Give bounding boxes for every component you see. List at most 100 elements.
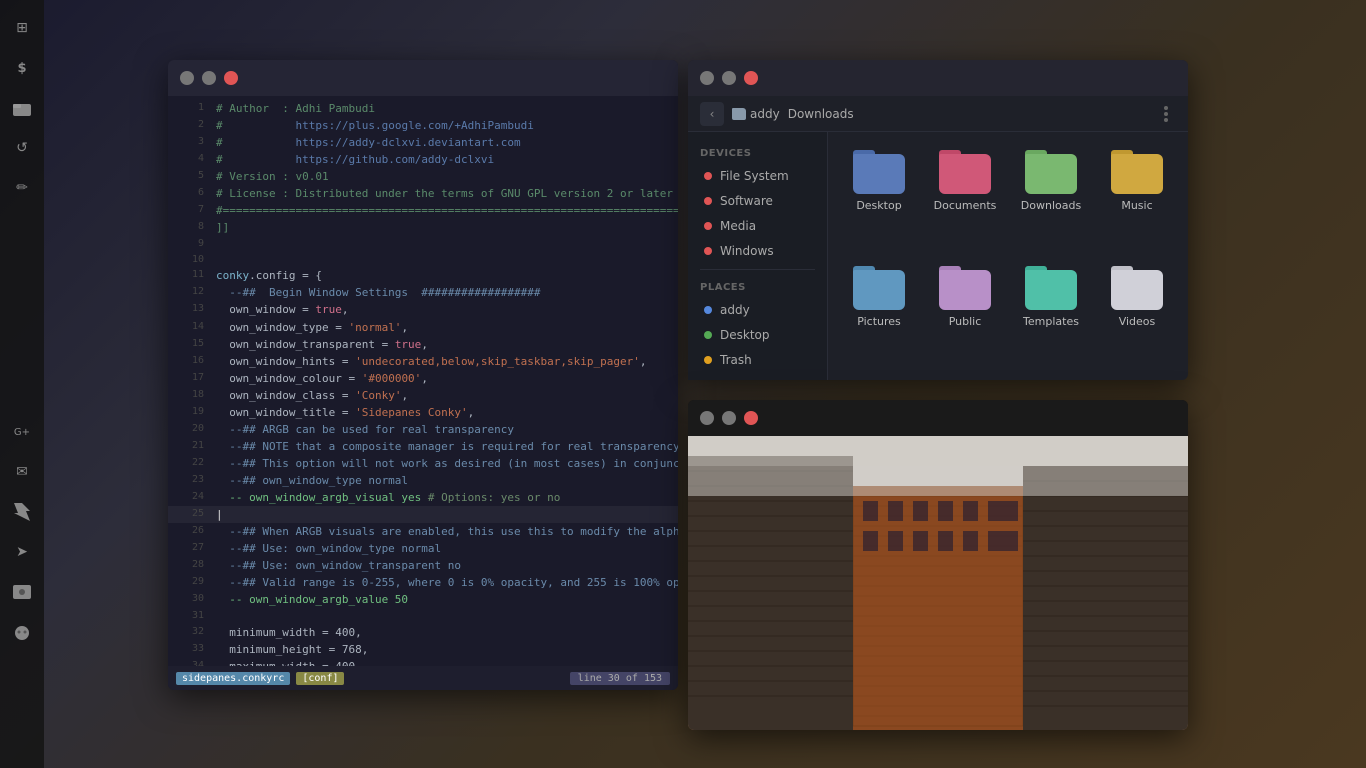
code-line: 21 --## NOTE that a composite manager is… [168, 438, 678, 455]
folder-videos[interactable]: Videos [1098, 260, 1176, 368]
code-line: 33 minimum_height = 768, [168, 641, 678, 658]
code-content[interactable]: 1# Author : Adhi Pambudi 2# https://plus… [168, 96, 678, 666]
file-manager-titlebar [688, 60, 1188, 96]
maximize-button[interactable] [202, 71, 216, 85]
breadcrumb-user[interactable]: addy [732, 107, 780, 121]
status-filename: sidepanes.conkyrc [176, 672, 290, 685]
addy-dot [704, 306, 712, 314]
refresh-icon[interactable]: ↺ [6, 132, 38, 164]
code-line: 12 --## Begin Window Settings ##########… [168, 284, 678, 301]
code-line: 2# https://plus.google.com/+AdhiPambudi [168, 117, 678, 134]
folder-pictures-label: Pictures [857, 315, 901, 328]
img-maximize-button[interactable] [722, 411, 736, 425]
code-line: 18 own_window_class = 'Conky', [168, 387, 678, 404]
folder-icon[interactable] [6, 92, 38, 124]
img-close-button[interactable] [744, 411, 758, 425]
google-plus-icon[interactable]: G+ [6, 416, 38, 448]
devices-section-header: DEVICES [688, 142, 827, 163]
code-line: 20 --## ARGB can be used for real transp… [168, 421, 678, 438]
folder-desktop-label: Desktop [856, 199, 901, 212]
sidebar: ⊞ $ ↺ ✏ G+ ✉ ➤ [0, 0, 44, 768]
code-line: 29 --## Valid range is 0-255, where 0 is… [168, 574, 678, 591]
folder-public-icon [939, 266, 991, 310]
code-line-cursor: 25| [168, 506, 678, 523]
code-line: 6# License : Distributed under the terms… [168, 185, 678, 202]
fm-minimize-button[interactable] [700, 71, 714, 85]
folder-documents-label: Documents [934, 199, 997, 212]
image-viewer-titlebar [688, 400, 1188, 436]
code-line: 24 -- own_window_argb_visual yes # Optio… [168, 489, 678, 506]
folder-videos-label: Videos [1119, 315, 1156, 328]
sidebar-item-addy[interactable]: addy [692, 298, 823, 322]
sidebar-item-desktop[interactable]: Desktop [692, 323, 823, 347]
trash-dot [704, 356, 712, 364]
code-line: 7#======================================… [168, 202, 678, 219]
folder-downloads[interactable]: Downloads [1012, 144, 1090, 252]
folder-pictures-icon [853, 266, 905, 310]
folder-pictures[interactable]: Pictures [840, 260, 918, 368]
sidebar-item-windows[interactable]: Windows [692, 239, 823, 263]
send-icon[interactable]: ➤ [6, 536, 38, 568]
code-editor-titlebar [168, 60, 678, 96]
statusbar-left: sidepanes.conkyrc [conf] [176, 672, 344, 685]
code-line: 14 own_window_type = 'normal', [168, 319, 678, 336]
img-minimize-button[interactable] [700, 411, 714, 425]
folder-downloads-label: Downloads [1021, 199, 1081, 212]
code-statusbar: sidepanes.conkyrc [conf] line 30 of 153 [168, 666, 678, 690]
folder-public-label: Public [949, 315, 982, 328]
code-line: 16 own_window_hints = 'undecorated,below… [168, 353, 678, 370]
sidebar-item-filesystem[interactable]: File System [692, 164, 823, 188]
code-line: 30 -- own_window_argb_value 50 [168, 591, 678, 608]
code-line: 15 own_window_transparent = true, [168, 336, 678, 353]
breadcrumb-folder[interactable]: Downloads [788, 107, 854, 121]
folder-templates-icon [1025, 266, 1077, 310]
code-line: 9 [168, 236, 678, 252]
code-line: 5# Version : v0.01 [168, 168, 678, 185]
reddit-icon[interactable] [6, 616, 38, 648]
folder-documents[interactable]: Documents [926, 144, 1004, 252]
folder-desktop[interactable]: Desktop [840, 144, 918, 252]
code-line: 26 --## When ARGB visuals are enabled, t… [168, 523, 678, 540]
dollar-icon[interactable]: $ [6, 52, 38, 84]
fm-maximize-button[interactable] [722, 71, 736, 85]
edit-icon[interactable]: ✏ [6, 172, 38, 204]
minimize-button[interactable] [180, 71, 194, 85]
windows-dot [704, 247, 712, 255]
code-line: 3# https://addy-dclxvi.deviantart.com [168, 134, 678, 151]
grid-icon[interactable]: ⊞ [6, 12, 38, 44]
folder-music-icon [1111, 150, 1163, 194]
folder-music-label: Music [1121, 199, 1152, 212]
desktop-dot [704, 331, 712, 339]
file-manager-window: ‹ addy Downloads DEVICES File System Sof… [688, 60, 1188, 380]
folder-public[interactable]: Public [926, 260, 1004, 368]
code-line: 31 [168, 608, 678, 624]
code-line: 11conky.config = { [168, 267, 678, 284]
mail-icon[interactable]: ✉ [6, 456, 38, 488]
close-button[interactable] [224, 71, 238, 85]
status-conf: [conf] [296, 672, 344, 685]
sidebar-item-software[interactable]: Software [692, 189, 823, 213]
sidebar-item-media[interactable]: Media [692, 214, 823, 238]
file-manager-body: DEVICES File System Software Media Windo… [688, 132, 1188, 380]
file-manager-sidebar: DEVICES File System Software Media Windo… [688, 132, 828, 380]
folder-small-icon [732, 108, 746, 120]
fm-close-button[interactable] [744, 71, 758, 85]
code-line: 27 --## Use: own_window_type normal [168, 540, 678, 557]
deviantart-icon[interactable] [6, 496, 38, 528]
code-line: 8]] [168, 219, 678, 236]
folder-templates[interactable]: Templates [1012, 260, 1090, 368]
media-dot [704, 222, 712, 230]
code-line: 17 own_window_colour = '#000000', [168, 370, 678, 387]
status-position: line 30 of 153 [570, 672, 670, 685]
camera-icon[interactable] [6, 576, 38, 608]
code-line: 1# Author : Adhi Pambudi [168, 100, 678, 117]
folder-downloads-icon [1025, 150, 1077, 194]
more-options-button[interactable] [1156, 104, 1176, 124]
code-line: 28 --## Use: own_window_transparent no [168, 557, 678, 574]
sidebar-item-trash[interactable]: Trash [692, 348, 823, 372]
file-manager-nav: ‹ addy Downloads [688, 96, 1188, 132]
code-line: 13 own_window = true, [168, 301, 678, 318]
code-line: 34 maximum_width = 400, [168, 658, 678, 666]
folder-music[interactable]: Music [1098, 144, 1176, 252]
back-button[interactable]: ‹ [700, 102, 724, 126]
